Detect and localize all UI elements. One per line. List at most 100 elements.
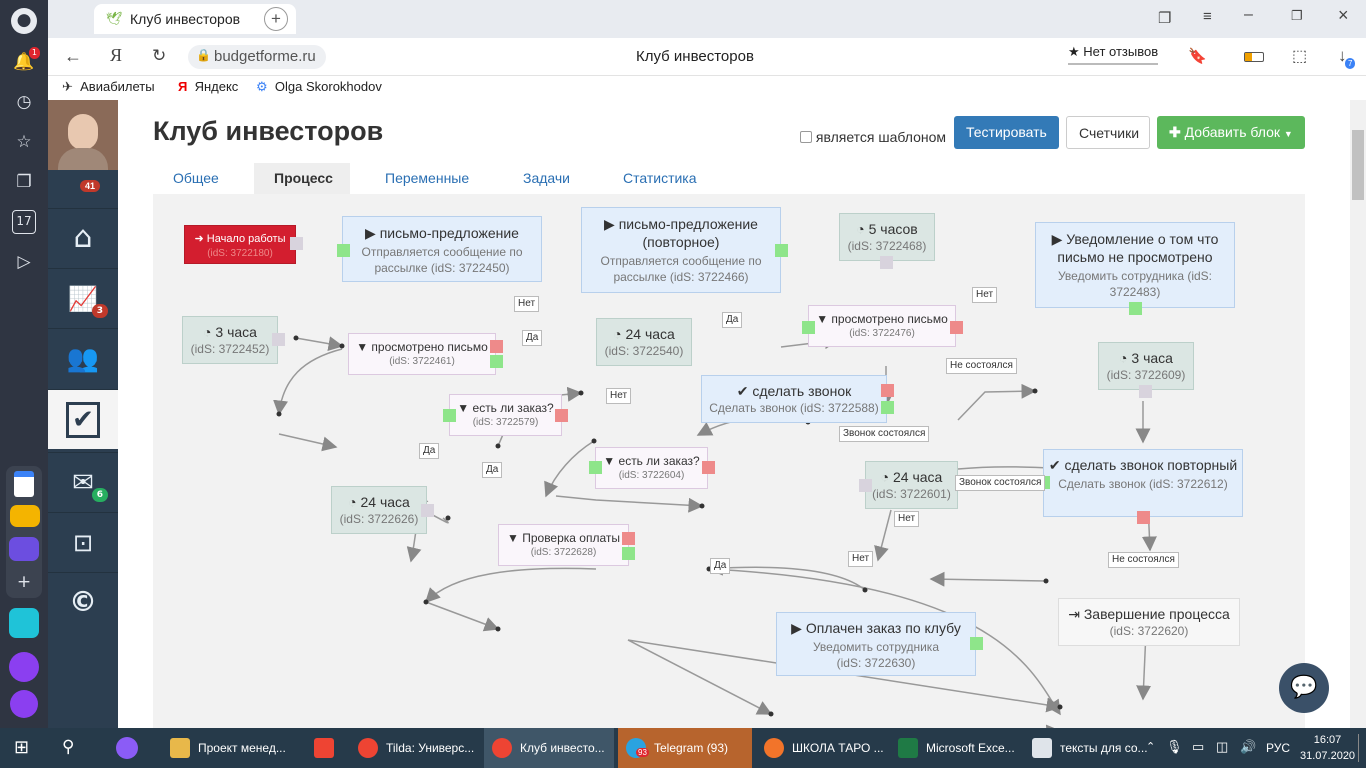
- node-start[interactable]: ➜ Начало работы (idS: 3722180): [184, 225, 296, 264]
- port-yes[interactable]: [443, 409, 456, 422]
- node-timer-3h[interactable]: ◔ 3 часа (idS: 3722452): [182, 316, 278, 364]
- new-tab-button[interactable]: +: [264, 7, 288, 31]
- port-yes[interactable]: [490, 355, 503, 368]
- show-desktop-button[interactable]: [1358, 734, 1359, 762]
- menu-icon[interactable]: ≡: [1203, 8, 1212, 25]
- volume-icon[interactable]: 🔊: [1240, 739, 1256, 755]
- node-payment-check[interactable]: ▼ Проверка оплаты (idS: 3722628): [498, 524, 629, 566]
- calendar-icon[interactable]: 17: [12, 210, 36, 234]
- bookmark-olga[interactable]: ⚙ Olga Skorokhodov: [256, 79, 382, 95]
- alice-icon[interactable]: [10, 690, 38, 718]
- messenger-app-icon[interactable]: [9, 537, 39, 561]
- node-timer-5h[interactable]: ◔ 5 часов (idS: 3722468): [839, 213, 935, 261]
- tray-arrow-icon[interactable]: ⌃: [1146, 740, 1155, 753]
- node-filter-order-2[interactable]: ▼ есть ли заказ? (idS: 3722604): [595, 447, 708, 489]
- chat-button[interactable]: 💬: [1279, 663, 1329, 713]
- taskbar-item-telegram[interactable]: Telegram (93) 93: [618, 728, 752, 768]
- alice-taskbar-icon[interactable]: [116, 737, 138, 759]
- port-yes[interactable]: [881, 401, 894, 414]
- notifications-tab[interactable]: 41: [48, 170, 118, 206]
- sidebar-item-c[interactable]: ©: [48, 572, 118, 632]
- node-filter-viewed[interactable]: ▼ просмотрено письмо (idS: 3722461): [348, 333, 496, 375]
- search-icon[interactable]: ⚲: [62, 737, 74, 757]
- node-email-offer[interactable]: ▶ письмо-предложение Отправляется сообщен…: [342, 216, 542, 282]
- port-yes[interactable]: [589, 461, 602, 474]
- node-call-repeat[interactable]: ✔ сделать звонок повторный Сделать звонок…: [1043, 449, 1243, 517]
- music-app-icon[interactable]: [9, 652, 39, 682]
- profile-icon[interactable]: ●: [11, 8, 37, 34]
- sidebar-item-home[interactable]: ⌂: [48, 208, 118, 268]
- checkbox-box[interactable]: [800, 131, 812, 143]
- process-canvas[interactable]: ➜ Начало работы (idS: 3722180) ▶ письмо-п…: [153, 194, 1305, 728]
- sidebar-item-tasks[interactable]: ✔: [48, 389, 118, 449]
- clock[interactable]: 16:07 31.07.2020: [1300, 732, 1355, 764]
- page-scrollbar[interactable]: [1350, 100, 1366, 728]
- sidebar-item-mail[interactable]: ✉ 6: [48, 452, 118, 512]
- node-call[interactable]: ✔ сделать звонок Сделать звонок (idS: 372…: [701, 375, 887, 423]
- counters-button[interactable]: Счетчики: [1066, 116, 1150, 149]
- port-no[interactable]: [950, 321, 963, 334]
- network-icon[interactable]: ◫: [1216, 739, 1228, 755]
- taskbar-item-word[interactable]: тексты для со...: [1024, 728, 1158, 768]
- tab-variables[interactable]: Переменные: [365, 163, 489, 195]
- sidebar-item-users[interactable]: 👥: [48, 328, 118, 388]
- port-in[interactable]: [337, 244, 350, 257]
- port-no[interactable]: [881, 384, 894, 397]
- port-out[interactable]: [1139, 385, 1152, 398]
- history-icon[interactable]: ◷: [12, 90, 36, 114]
- scrollbar-thumb[interactable]: [1352, 130, 1364, 200]
- notifications-icon[interactable]: 🔔 1: [12, 47, 40, 74]
- reload-icon[interactable]: ↻: [152, 46, 166, 66]
- port-no[interactable]: [622, 532, 635, 545]
- node-timer-24h-a[interactable]: ◔ 24 часа (idS: 3722540): [596, 318, 692, 366]
- send-app-icon[interactable]: [9, 608, 39, 638]
- star-icon[interactable]: ☆: [12, 130, 36, 154]
- test-button[interactable]: Тестировать: [954, 116, 1059, 149]
- port-out[interactable]: [970, 637, 983, 650]
- port-no[interactable]: [702, 461, 715, 474]
- port-no[interactable]: [490, 340, 503, 353]
- battery-tray-icon[interactable]: ▭: [1192, 739, 1204, 755]
- sidebar-item-analytics[interactable]: 📈 3: [48, 268, 118, 328]
- bookmark-yandex[interactable]: Я Яндекс: [178, 79, 238, 94]
- taskbar-item-club[interactable]: Клуб инвесто...: [484, 728, 614, 768]
- add-app-icon[interactable]: +: [12, 570, 36, 594]
- sidebar-item-safe[interactable]: ⊡: [48, 512, 118, 572]
- port-out[interactable]: [421, 504, 434, 517]
- taskbar-item-excel[interactable]: Microsoft Exce...: [890, 728, 1024, 768]
- url-field[interactable]: 🔒 budgetforme.ru: [188, 45, 326, 69]
- reviews-button[interactable]: ★ Нет отзывов: [1068, 44, 1159, 65]
- taskbar-item-firefox[interactable]: ШКОЛА ТАРО ...: [756, 728, 890, 768]
- add-block-button[interactable]: ✚ Добавить блок ▼: [1157, 116, 1305, 149]
- node-end-process[interactable]: ⇥ Завершение процесса (idS: 3722620): [1058, 598, 1240, 646]
- back-icon[interactable]: ←: [64, 46, 82, 67]
- port-out[interactable]: [272, 333, 285, 346]
- port-yes[interactable]: [802, 321, 815, 334]
- tab-tasks[interactable]: Задачи: [503, 163, 590, 195]
- node-timer-3h-b[interactable]: ◔ 3 часа (idS: 3722609): [1098, 342, 1194, 390]
- battery-icon[interactable]: [1244, 52, 1264, 62]
- avatar[interactable]: [48, 100, 118, 170]
- extensions-icon[interactable]: ⬚: [1292, 46, 1307, 66]
- close-window-icon[interactable]: ×: [1338, 5, 1349, 26]
- download-icon[interactable]: ↓ 7: [1338, 46, 1356, 69]
- minimize-icon[interactable]: –: [1244, 6, 1253, 24]
- port-in[interactable]: [859, 479, 872, 492]
- port-out[interactable]: [775, 244, 788, 257]
- tab-process[interactable]: Процесс: [254, 163, 350, 195]
- port-no[interactable]: [1137, 511, 1150, 524]
- play-icon[interactable]: ▷: [12, 250, 36, 274]
- port-out[interactable]: [290, 237, 303, 250]
- tabs-manager-icon[interactable]: ❐: [1158, 9, 1171, 27]
- taskbar-item-tilda[interactable]: Tilda: Универс...: [350, 728, 480, 768]
- docs-app-icon[interactable]: [14, 471, 34, 497]
- node-filter-viewed-2[interactable]: ▼ просмотрено письмо (idS: 3722476): [808, 305, 956, 347]
- language-indicator[interactable]: РУС: [1266, 741, 1290, 755]
- port-out[interactable]: [880, 256, 893, 269]
- node-email-offer-repeat[interactable]: ▶ письмо-предложение (повторное) Отправля…: [581, 207, 781, 293]
- node-timer-24h-b[interactable]: ◔ 24 часа (idS: 3722601): [865, 461, 958, 509]
- taskbar-item-project[interactable]: Проект менед...: [162, 728, 306, 768]
- port-no[interactable]: [555, 409, 568, 422]
- node-notify-not-viewed[interactable]: ▶ Уведомление о том что письмо не просмо…: [1035, 222, 1235, 308]
- bookmark-aviabilety[interactable]: ✈ Авиабилеты: [62, 79, 155, 95]
